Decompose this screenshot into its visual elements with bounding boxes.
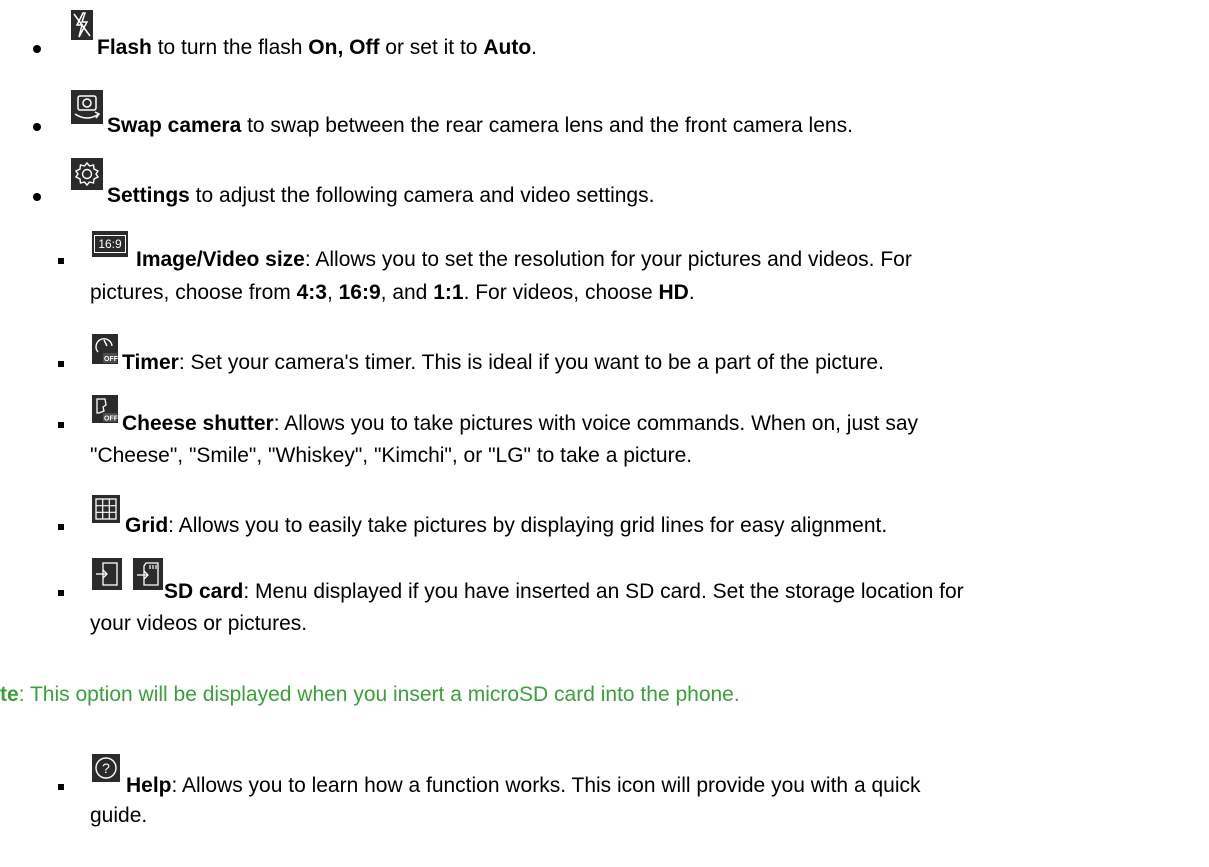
note-t1: : This option will be displayed when you…: [18, 683, 740, 706]
timer-t1: : Set your camera's timer. This is ideal…: [178, 351, 884, 374]
square-bullet: [58, 784, 64, 790]
help-text: Help: Allows you to learn how a function…: [126, 771, 920, 801]
help-line2: guide.: [90, 804, 148, 827]
flash-off-icon: [71, 10, 93, 40]
flash-auto: Auto: [483, 36, 532, 59]
help-t1: : Allows you to learn how a function wor…: [171, 774, 921, 797]
settings-t1: to adjust the following camera and video…: [189, 184, 655, 207]
ratio-1-1: 1:1: [433, 281, 464, 304]
bullet: [33, 193, 41, 201]
settings-text: Settings to adjust the following camera …: [107, 181, 654, 211]
cheese-shutter-off-icon: OFF: [92, 395, 118, 423]
square-bullet: [58, 422, 64, 428]
svg-text:OFF: OFF: [104, 416, 118, 423]
help-icon: ?: [92, 754, 120, 782]
storage-internal-icon: [92, 558, 122, 590]
settings-label: Settings: [107, 184, 190, 207]
cheese-shutter-t1: : Allows you to take pictures with voice…: [273, 412, 919, 435]
note-prefix: te: [0, 683, 19, 706]
flash-on-off: On, Off: [308, 36, 380, 59]
sd-card-line2: your videos or pictures.: [90, 612, 308, 635]
storage-sd-icon: [133, 558, 163, 590]
sep2: , and: [380, 281, 434, 304]
video-hd: HD: [658, 281, 689, 304]
help-label: Help: [126, 774, 172, 797]
cheese-shutter-line2: "Cheese", "Smile", "Whiskey", "Kimchi", …: [90, 444, 693, 467]
cheese-shutter-text: Cheese shutter: Allows you to take pictu…: [122, 409, 918, 439]
flash-t3: .: [531, 36, 537, 59]
timer-text: Timer: Set your camera's timer. This is …: [122, 348, 884, 378]
image-size-line2-t1: pictures, choose from: [90, 281, 297, 304]
square-bullet: [58, 258, 64, 264]
sd-card-label: SD card: [164, 580, 244, 603]
image-size-line2-t2: . For videos, choose: [463, 281, 659, 304]
grid-icon: [92, 495, 120, 523]
settings-gear-icon: [71, 158, 103, 190]
swap-camera-t1: to swap between the rear camera lens and…: [241, 114, 853, 137]
image-size-text: Image/Video size: Allows you to set the …: [136, 245, 912, 275]
image-size-t1: : Allows you to set the resolution for y…: [304, 248, 912, 271]
aspect-ratio-icon-text: 16:9: [94, 235, 126, 253]
bullet: [33, 45, 41, 53]
image-size-line2-t3: .: [688, 281, 695, 304]
image-size-line2: pictures, choose from 4:3, 16:9, and 1:1…: [90, 278, 695, 308]
square-bullet: [58, 524, 64, 530]
swap-camera-label: Swap camera: [107, 114, 242, 137]
cheese-shutter-label: Cheese shutter: [122, 412, 274, 435]
flash-label: Flash: [97, 36, 152, 59]
flash-t1: to turn the flash: [151, 36, 309, 59]
square-bullet: [58, 361, 64, 367]
grid-label: Grid: [125, 514, 169, 537]
swap-camera-text: Swap camera to swap between the rear cam…: [107, 111, 853, 141]
square-bullet: [58, 590, 64, 596]
image-size-label: Image/Video size: [136, 248, 305, 271]
sep1: ,: [326, 281, 339, 304]
svg-text:OFF: OFF: [104, 356, 118, 363]
sd-card-t1: : Menu displayed if you have inserted an…: [243, 580, 964, 603]
timer-off-icon: OFF: [92, 334, 118, 364]
swap-camera-icon: [71, 90, 103, 124]
grid-t1: : Allows you to easily take pictures by …: [168, 514, 888, 537]
grid-text: Grid: Allows you to easily take pictures…: [125, 511, 887, 541]
timer-label: Timer: [122, 351, 179, 374]
bullet: [33, 123, 41, 131]
ratio-4-3: 4:3: [296, 281, 327, 304]
note-text: te: This option will be displayed when y…: [0, 680, 740, 710]
flash-text: Flash to turn the flash On, Off or set i…: [97, 33, 537, 63]
sd-card-text: SD card: Menu displayed if you have inse…: [164, 577, 964, 607]
flash-t2: or set it to: [379, 36, 484, 59]
aspect-ratio-icon: 16:9: [92, 231, 128, 257]
ratio-16-9: 16:9: [338, 281, 381, 304]
svg-text:?: ?: [102, 760, 110, 776]
